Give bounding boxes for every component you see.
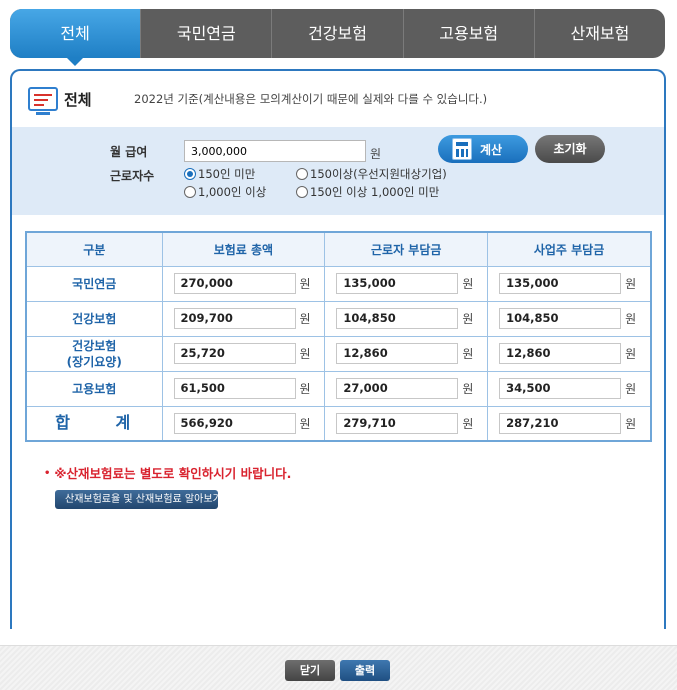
unit: 원	[625, 382, 637, 396]
header-worker: 근로자 부담금	[324, 231, 489, 267]
document-icon	[28, 87, 58, 115]
table-header-row: 구분 보험료 총액 근로자 부담금 사업주 부담금	[25, 231, 652, 267]
calculator-icon	[452, 138, 472, 160]
worker-field[interactable]: 135,000	[336, 273, 459, 294]
unit: 원	[625, 277, 637, 291]
option-150-to-1000[interactable]: 150인 이상 1,000인 미만	[296, 184, 439, 200]
notice-text: ※산재보험료는 별도로 확인하시기 바랍니다.	[54, 466, 292, 481]
option-label: 150이상(우선지원대상기업)	[310, 167, 447, 181]
industrial-insurance-link-button[interactable]: 산재보험료율 및 산재보험료 알아보기	[55, 490, 222, 509]
tab-employment-insurance[interactable]: 고용보험	[402, 9, 534, 58]
row-label: 국민연금	[25, 265, 163, 302]
notice-bullet: •	[44, 468, 51, 479]
table-row: 고용보험 61,500 원 27,000 원 34,500 원	[25, 370, 652, 407]
reset-button[interactable]: 초기화	[535, 135, 605, 163]
total-field[interactable]: 25,720	[173, 343, 296, 364]
unit: 원	[462, 382, 474, 396]
unit: 원	[625, 312, 637, 326]
option-150-priority[interactable]: 150이상(우선지원대상기업)	[296, 166, 447, 182]
table-row: 건강보험 (장기요양) 25,720 원 12,860 원 12,860 원	[25, 335, 652, 372]
worker-field[interactable]: 104,850	[336, 308, 459, 329]
tab-bar: 전체 국민연금 건강보험 고용보험 산재보험	[10, 9, 665, 66]
radio-150-priority[interactable]	[296, 168, 308, 180]
employer-field[interactable]: 287,210	[499, 412, 622, 434]
header-category: 구분	[25, 231, 163, 267]
panel-header: 전체	[28, 87, 92, 115]
table-row: 국민연금 270,000 원 135,000 원 135,000 원	[25, 265, 652, 302]
header-employer: 사업주 부담금	[487, 231, 652, 267]
tab-health-insurance[interactable]: 건강보험	[271, 9, 402, 58]
row-label-main: 건강보험	[72, 338, 117, 353]
unit: 원	[625, 416, 637, 431]
footer-bar: 닫기 출력	[0, 645, 677, 690]
unit: 원	[299, 416, 311, 431]
row-label: 고용보험	[25, 370, 163, 407]
worker-field[interactable]: 12,860	[336, 343, 459, 364]
salary-label: 월 급여	[110, 145, 148, 159]
row-label: 건강보험 (장기요양)	[25, 335, 163, 372]
salary-input[interactable]	[184, 140, 366, 162]
unit: 원	[625, 347, 637, 361]
row-label: 건강보험	[25, 300, 163, 337]
header-total: 보험료 총액	[161, 231, 326, 267]
worker-field[interactable]: 279,710	[336, 412, 459, 434]
table-row: 건강보험 209,700 원 104,850 원 104,850 원	[25, 300, 652, 337]
salary-unit: 원	[370, 147, 382, 161]
employer-field[interactable]: 135,000	[499, 273, 622, 294]
radio-150-to-1000[interactable]	[296, 186, 308, 198]
total-field[interactable]: 270,000	[173, 273, 296, 294]
unit: 원	[299, 312, 311, 326]
calculate-button-label: 계산	[480, 142, 503, 157]
print-button[interactable]: 출력	[340, 660, 390, 681]
employer-field[interactable]: 104,850	[499, 308, 622, 329]
unit: 원	[299, 382, 311, 396]
unit: 원	[462, 312, 474, 326]
option-under-150[interactable]: 150인 미만	[184, 166, 255, 182]
calculate-button[interactable]: 계산	[438, 135, 528, 163]
unit: 원	[299, 277, 311, 291]
worker-field[interactable]: 27,000	[336, 378, 459, 399]
calculator-panel: 전체 2022년 기준(계산내용은 모의계산이기 때문에 실제와 다를 수 있습…	[10, 69, 666, 629]
close-button[interactable]: 닫기	[285, 660, 335, 681]
total-field[interactable]: 61,500	[173, 378, 296, 399]
unit: 원	[462, 347, 474, 361]
row-label-sub: (장기요양)	[66, 354, 122, 369]
option-over-1000[interactable]: 1,000인 이상	[184, 184, 266, 200]
input-section: 월 급여 원 계산 초기화 근로자수 150인 미만 150이상(우선지원대상기…	[12, 127, 664, 215]
radio-under-150[interactable]	[184, 168, 196, 180]
employer-field[interactable]: 12,860	[499, 343, 622, 364]
unit: 원	[462, 416, 474, 431]
tab-industrial-accident-insurance[interactable]: 산재보험	[533, 9, 665, 58]
premium-table: 구분 보험료 총액 근로자 부담금 사업주 부담금 국민연금 270,000 원 …	[25, 231, 652, 442]
total-field[interactable]: 566,920	[173, 412, 296, 434]
calculation-note: 2022년 기준(계산내용은 모의계산이기 때문에 실제와 다를 수 있습니다.…	[134, 92, 488, 106]
total-field[interactable]: 209,700	[173, 308, 296, 329]
radio-over-1000[interactable]	[184, 186, 196, 198]
tab-national-pension[interactable]: 국민연금	[140, 9, 271, 58]
option-label: 1,000인 이상	[198, 185, 267, 199]
option-label: 150인 이상 1,000인 미만	[310, 185, 440, 199]
tab-all[interactable]: 전체	[10, 9, 141, 66]
employer-field[interactable]: 34,500	[499, 378, 622, 399]
panel-title: 전체	[64, 90, 92, 109]
total-row-label: 합 계	[25, 405, 163, 442]
unit: 원	[299, 347, 311, 361]
table-row-total: 합 계 566,920 원 279,710 원 287,210 원	[25, 405, 652, 442]
industrial-insurance-notice: • ※산재보험료는 별도로 확인하시기 바랍니다.	[44, 463, 291, 482]
workers-label: 근로자수	[110, 169, 155, 183]
option-label: 150인 미만	[198, 167, 256, 181]
unit: 원	[462, 277, 474, 291]
